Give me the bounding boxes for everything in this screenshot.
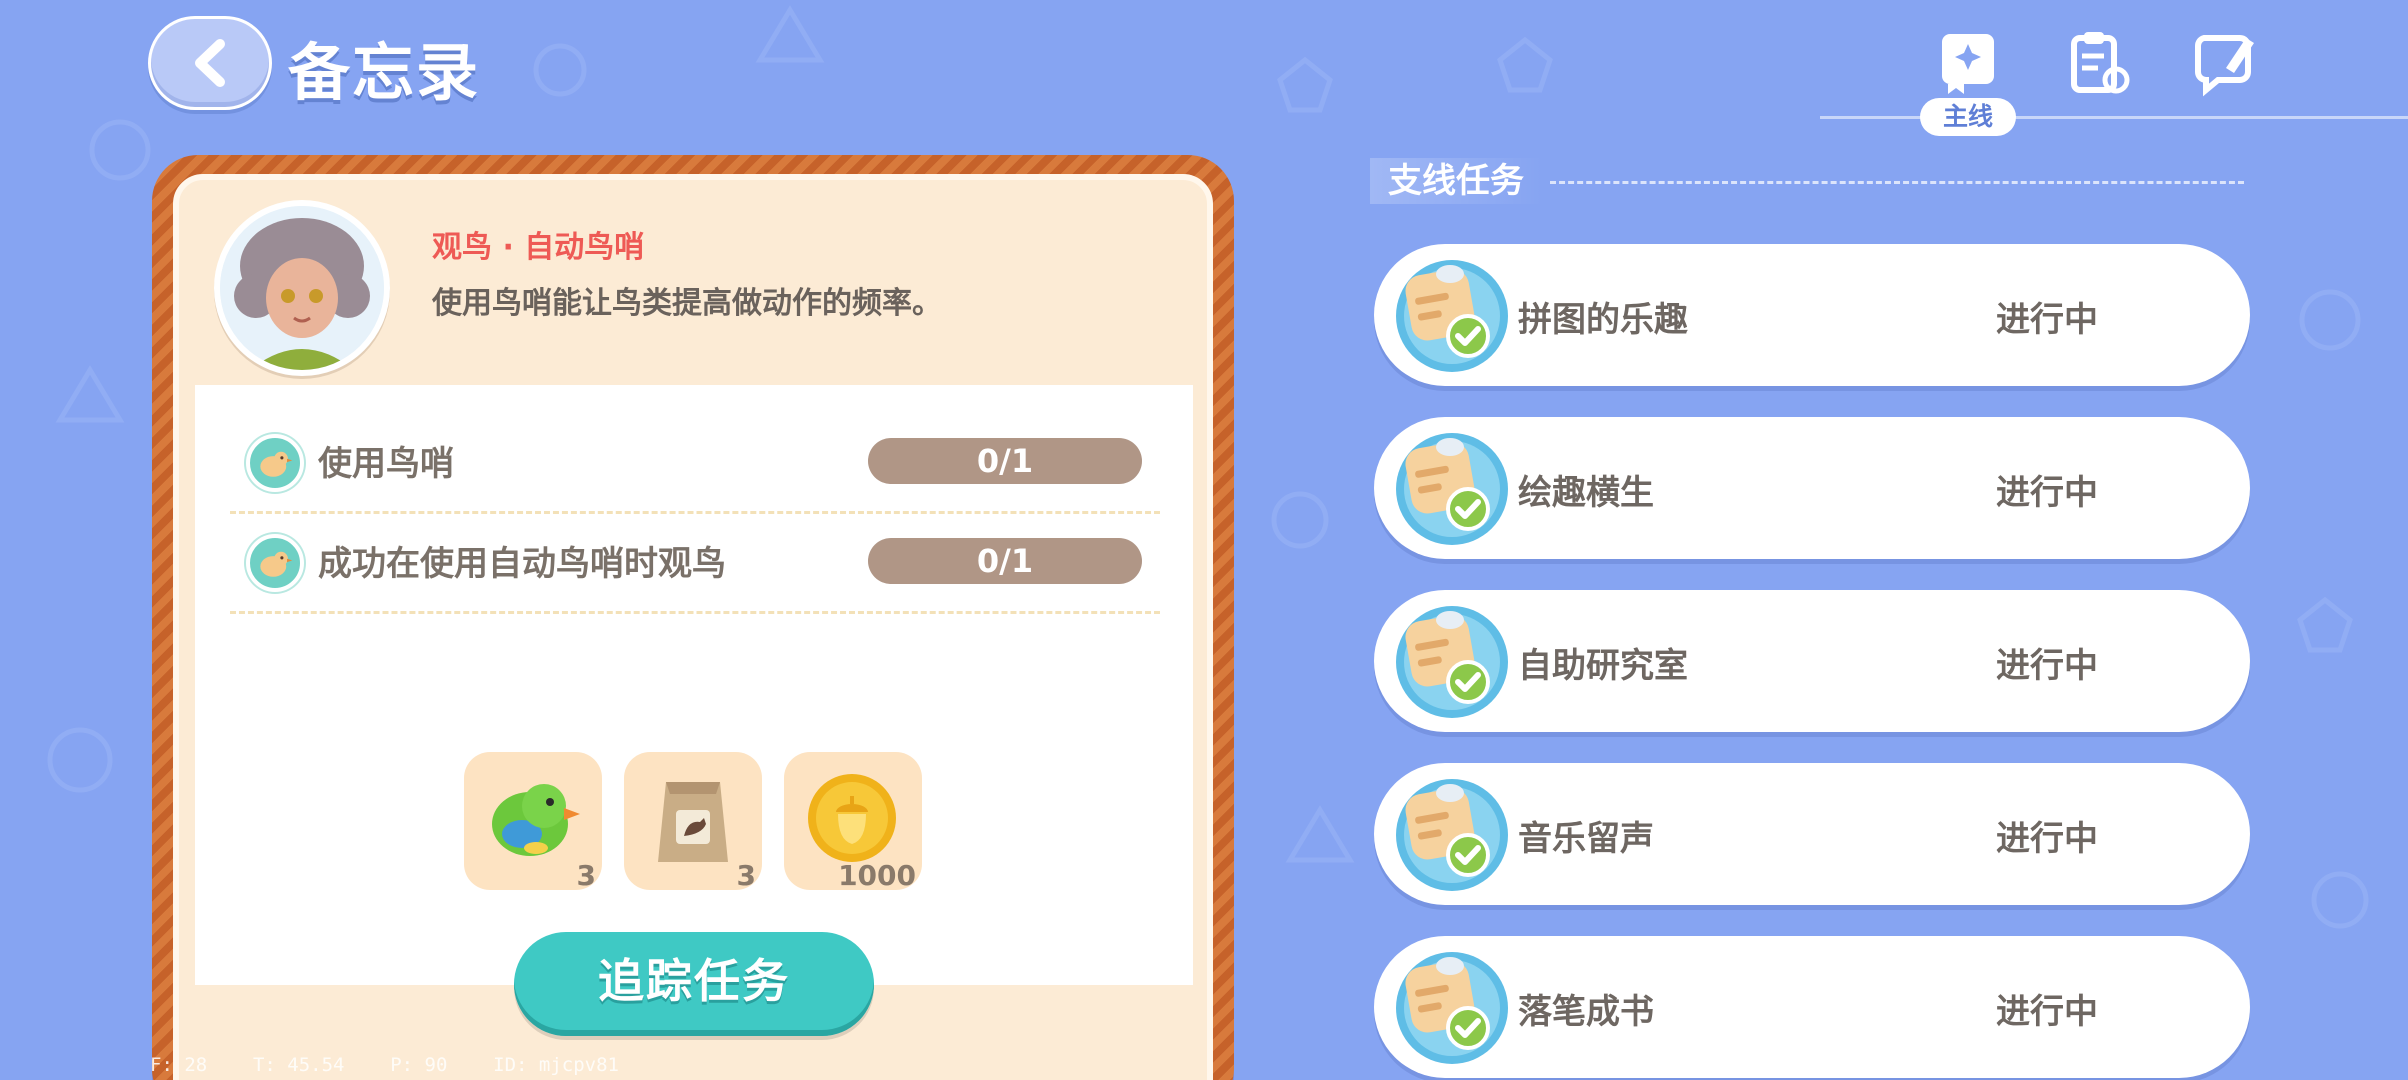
- quest-name: 自助研究室: [1518, 646, 1688, 686]
- main-quest-book-icon[interactable]: [1934, 28, 2004, 98]
- tab-underline: [1820, 116, 2408, 119]
- quest-note-check-icon: [1396, 260, 1508, 372]
- acorn-coin-icon: [808, 774, 896, 862]
- quest-name: 音乐留声: [1518, 819, 1654, 859]
- track-task-button[interactable]: 追踪任务: [514, 932, 874, 1036]
- side-quest-item[interactable]: 自助研究室 进行中: [1374, 590, 2250, 732]
- reward-item[interactable]: 3: [464, 752, 602, 892]
- objective-row: 使用鸟哨 0/1: [230, 414, 1160, 514]
- quest-note-check-icon: [1396, 606, 1508, 718]
- debug-info: F: 28 T: 45.54 P: 90 ID: mjcpv81: [150, 1054, 619, 1076]
- objective-progress: 0/1: [868, 538, 1142, 584]
- section-divider: [1550, 181, 2244, 184]
- quest-status: 进行中: [1996, 300, 2098, 340]
- side-quest-item[interactable]: 拼图的乐趣 进行中: [1374, 244, 2250, 386]
- quest-note-check-icon: [1396, 779, 1508, 891]
- quest-status: 进行中: [1996, 473, 2098, 513]
- objective-label: 使用鸟哨: [318, 444, 454, 484]
- side-quest-item[interactable]: 落笔成书 进行中: [1374, 936, 2250, 1078]
- reward-count: 3: [576, 859, 596, 892]
- feedback-pen-icon[interactable]: [2192, 28, 2262, 98]
- quest-status: 进行中: [1996, 646, 2098, 686]
- npc-avatar: [214, 200, 390, 376]
- reward-count: 3: [736, 859, 756, 892]
- green-bird-icon: [492, 784, 580, 856]
- task-description: 使用鸟哨能让鸟类提高做动作的频率。: [432, 286, 942, 321]
- quest-note-check-icon: [1396, 952, 1508, 1064]
- side-quest-section-title: 支线任务: [1370, 158, 1544, 204]
- quest-name: 绘趣横生: [1518, 473, 1654, 513]
- quest-note-check-icon: [1396, 433, 1508, 545]
- reward-item[interactable]: 1000: [784, 752, 922, 892]
- tab-main-quest-label[interactable]: 主线: [1920, 98, 2016, 136]
- reward-item[interactable]: 3: [624, 752, 762, 892]
- side-quest-item[interactable]: 音乐留声 进行中: [1374, 763, 2250, 905]
- back-arrow-icon: [195, 39, 225, 87]
- objective-progress: 0/1: [868, 438, 1142, 484]
- objective-row: 成功在使用自动鸟哨时观鸟 0/1: [230, 514, 1160, 614]
- quest-name: 落笔成书: [1518, 992, 1654, 1032]
- bird-icon: [246, 434, 304, 492]
- reward-count: 1000: [838, 859, 916, 892]
- objective-label: 成功在使用自动鸟哨时观鸟: [318, 544, 726, 584]
- quest-status: 进行中: [1996, 992, 2098, 1032]
- bird-icon: [246, 534, 304, 592]
- quest-name: 拼图的乐趣: [1518, 300, 1688, 340]
- back-button[interactable]: [148, 16, 272, 110]
- clipboard-refresh-icon[interactable]: [2064, 28, 2134, 98]
- task-title: 观鸟 · 自动鸟哨: [432, 230, 645, 265]
- side-quest-item[interactable]: 绘趣横生 进行中: [1374, 417, 2250, 559]
- bird-seed-bag-icon: [658, 782, 728, 862]
- quest-status: 进行中: [1996, 819, 2098, 859]
- page-title: 备忘录: [288, 36, 481, 109]
